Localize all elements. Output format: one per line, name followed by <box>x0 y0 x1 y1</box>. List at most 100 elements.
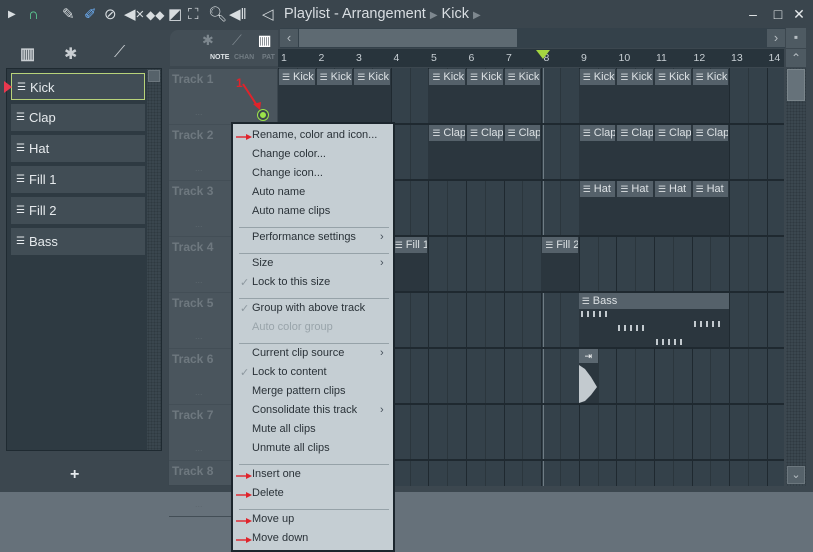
menu-item-merge-pattern-clips[interactable]: Merge pattern clips <box>252 385 346 397</box>
scroll-right-button[interactable]: › <box>767 29 785 47</box>
pattern-icon: ☰ <box>507 128 516 138</box>
menu-separator <box>239 298 389 299</box>
picker-scrollbar[interactable] <box>147 69 161 450</box>
pattern-clip[interactable]: ☰ Clap <box>429 125 465 141</box>
playback-icon[interactable]: ◀‖ <box>229 6 247 24</box>
pattern-clip[interactable]: ☰ Kick <box>655 69 691 85</box>
piano-roll-icon[interactable]: ▥ <box>258 32 271 49</box>
scroll-up-button[interactable]: ⌃ <box>786 49 806 67</box>
pattern-clip[interactable]: ☰ Bass <box>578 293 730 309</box>
audio-wave-icon[interactable]: ✱ <box>202 32 214 49</box>
horizontal-scroll-thumb[interactable] <box>299 29 517 47</box>
tab-pat[interactable]: PAT <box>262 54 275 61</box>
pattern-clip[interactable]: ☰ Kick <box>316 69 353 85</box>
pencil-icon[interactable]: ✎ <box>62 6 75 24</box>
pattern-clip[interactable]: ☰ Clap <box>692 125 729 141</box>
pattern-clip[interactable]: ☰ Kick <box>279 69 315 85</box>
zoom-icon[interactable]: 🔍︎ <box>208 6 227 24</box>
ruler-tick: 2 <box>318 52 325 64</box>
maximize-button[interactable]: □ <box>769 5 787 23</box>
scroll-down-button[interactable]: ⌄ <box>787 466 805 484</box>
pattern-clip[interactable]: ☰ Fill 1 <box>391 237 428 253</box>
piano-roll-icon[interactable]: ▥ <box>20 44 35 64</box>
select-icon[interactable]: ⛶ <box>188 6 199 24</box>
add-pattern-button[interactable]: + <box>70 466 79 484</box>
audio-wave-icon[interactable]: ✱ <box>64 44 77 64</box>
corner-button[interactable]: ▪ <box>786 28 806 48</box>
picker-item-hat[interactable]: ☰ Hat <box>11 135 145 162</box>
breadcrumb-arrow-icon[interactable]: ▶ <box>473 10 481 21</box>
vertical-scrollbar[interactable]: ⌄ <box>786 68 806 486</box>
pattern-clip[interactable]: ☰ Hat <box>655 181 691 197</box>
menu-item-label: Insert one <box>252 468 301 480</box>
magnet-snap-icon[interactable]: ∩ <box>28 6 39 24</box>
playhead-marker[interactable] <box>536 50 550 59</box>
mute-icon[interactable]: ◀× <box>124 6 144 24</box>
pattern-clip[interactable]: ☰ Kick <box>429 69 465 85</box>
breadcrumb-current[interactable]: Kick <box>442 6 469 22</box>
menu-item-insert-one[interactable]: Insert one <box>252 468 301 480</box>
tab-note[interactable]: NOTE <box>210 54 229 61</box>
delete-icon[interactable]: ⊘ <box>104 6 117 24</box>
audio-clip[interactable]: ⇥ <box>578 349 598 403</box>
menu-item-move-down[interactable]: Move down <box>252 532 308 544</box>
pattern-clip[interactable]: ☰ Kick <box>617 69 653 85</box>
slip-icon[interactable]: ◆◆ <box>146 6 164 24</box>
ruler-tick: 11 <box>656 52 667 64</box>
menu-item-delete[interactable]: Delete <box>252 487 284 499</box>
scroll-left-button[interactable]: ‹ <box>280 29 298 47</box>
menu-item-auto-name-clips[interactable]: Auto name clips <box>252 205 330 217</box>
pattern-clip[interactable]: ☰ Fill 2 <box>542 237 578 253</box>
menu-item-rename-color-and-icon[interactable]: Rename, color and icon... <box>252 129 377 141</box>
menu-item-lock-to-content[interactable]: Lock to content <box>252 366 327 378</box>
pattern-clip[interactable]: ☰ Clap <box>467 125 503 141</box>
pattern-clip[interactable]: ☰ Kick <box>579 69 616 85</box>
picker-item-label: Bass <box>29 234 58 249</box>
track-button[interactable] <box>258 110 268 120</box>
menu-item-consolidate-this-track[interactable]: Consolidate this track › <box>252 404 384 416</box>
slice-icon[interactable]: ◩ <box>168 6 182 24</box>
automation-icon[interactable]: ⟋ <box>232 32 242 49</box>
menu-item-mute-all-clips[interactable]: Mute all clips <box>252 423 316 435</box>
picker-item-fill-2[interactable]: ☰ Fill 2 <box>11 197 145 224</box>
picker-item-bass[interactable]: ☰ Bass <box>11 228 145 255</box>
horizontal-scrollbar[interactable]: ‹ › <box>280 28 785 48</box>
menu-item-current-clip-source[interactable]: Current clip source › <box>252 347 384 359</box>
picker-item-clap[interactable]: ☰ Clap <box>11 104 145 131</box>
menu-item-size[interactable]: Size › <box>252 257 384 269</box>
pattern-clip[interactable]: ☰ Clap <box>504 125 541 141</box>
paint-brush-icon[interactable]: ✐ <box>84 6 97 24</box>
pattern-clip[interactable]: ☰ Kick <box>467 69 503 85</box>
menu-item-label: Size <box>252 257 274 269</box>
pattern-clip[interactable]: ☰ Kick <box>504 69 541 85</box>
automation-icon[interactable]: ⟋ <box>114 44 125 62</box>
speaker-icon[interactable]: ◁ <box>262 6 274 24</box>
pattern-clip[interactable]: ☰ Hat <box>692 181 729 197</box>
breadcrumb-separator-icon: ▶ <box>429 10 438 21</box>
menu-item-auto-name[interactable]: Auto name <box>252 186 305 198</box>
menu-item-group-with-above-track[interactable]: Group with above track <box>252 302 365 314</box>
menu-item-move-up[interactable]: Move up <box>252 513 294 525</box>
pattern-clip[interactable]: ☰ Kick <box>692 69 729 85</box>
menu-item-change-color[interactable]: Change color... <box>252 148 326 160</box>
play-arrow-icon[interactable]: ▶ <box>8 6 16 24</box>
pattern-clip[interactable]: ☰ Hat <box>579 181 616 197</box>
pattern-clip[interactable]: ☰ Clap <box>579 125 616 141</box>
close-button[interactable]: ✕ <box>790 5 808 23</box>
menu-item-change-icon[interactable]: Change icon... <box>252 167 323 179</box>
pattern-clip[interactable]: ☰ Clap <box>617 125 653 141</box>
pattern-clip[interactable]: ☰ Hat <box>617 181 653 197</box>
picker-item-fill-1[interactable]: ☰ Fill 1 <box>11 166 145 193</box>
tab-chan[interactable]: CHAN <box>234 54 254 61</box>
minimize-button[interactable]: ‒ <box>744 5 762 23</box>
timeline-ruler[interactable]: 1 2 3 4 5 6 7 8 9 10 11 12 13 14 <box>278 49 784 67</box>
menu-item-unmute-all-clips[interactable]: Unmute all clips <box>252 442 330 454</box>
vertical-scroll-thumb[interactable] <box>787 69 805 101</box>
picker-item-kick[interactable]: ☰ Kick <box>4 73 145 100</box>
menu-item-lock-to-this-size[interactable]: Lock to this size <box>252 276 330 288</box>
pattern-clip[interactable]: ☰ Kick <box>354 69 390 85</box>
menu-item-performance-settings[interactable]: Performance settings › <box>252 231 384 243</box>
note-mark <box>630 325 633 331</box>
pattern-clip[interactable]: ☰ Clap <box>655 125 691 141</box>
picker-scroll-thumb[interactable] <box>148 70 160 82</box>
